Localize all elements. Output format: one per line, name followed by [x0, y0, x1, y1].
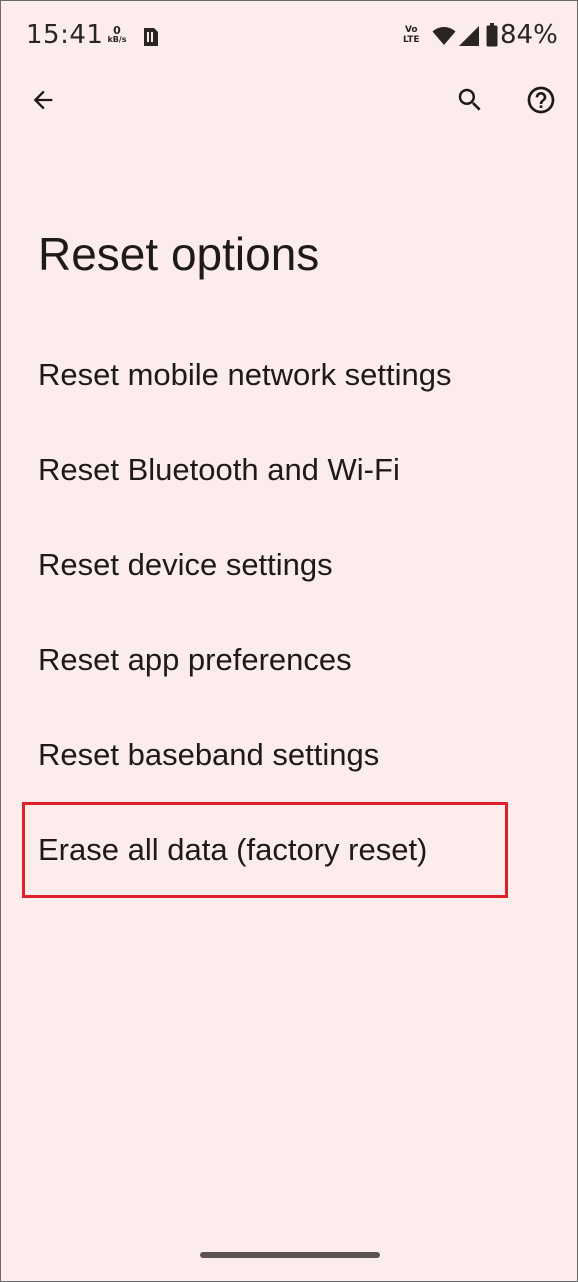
option-reset-baseband-settings[interactable]: Reset baseband settings — [1, 707, 577, 802]
signal-icon — [458, 25, 480, 51]
option-erase-all-data[interactable]: Erase all data (factory reset) — [1, 802, 577, 897]
search-icon — [458, 88, 481, 111]
option-label: Reset Bluetooth and Wi-Fi — [38, 451, 400, 487]
wifi-icon — [432, 26, 456, 50]
sim-icon — [138, 25, 162, 53]
page-title: Reset options — [38, 228, 320, 280]
option-reset-mobile-network[interactable]: Reset mobile network settings — [1, 327, 577, 422]
option-label: Reset device settings — [38, 546, 333, 582]
battery-icon — [486, 23, 498, 51]
volte-bottom-label: LTE — [403, 35, 420, 45]
network-speed-unit: kB/s — [107, 35, 127, 44]
help-button[interactable] — [517, 76, 565, 124]
option-label: Reset mobile network settings — [38, 356, 452, 392]
help-icon — [527, 86, 555, 114]
reset-options-list: Reset mobile network settings Reset Blue… — [1, 327, 577, 897]
status-bar: 15:41 0 kB/s Vo LTE 84% — [1, 1, 577, 71]
back-arrow-icon — [33, 90, 53, 110]
screen: 15:41 0 kB/s Vo LTE 84% Reset options Re… — [0, 0, 578, 1282]
back-button[interactable] — [19, 76, 67, 124]
option-reset-device-settings[interactable]: Reset device settings — [1, 517, 577, 612]
option-label: Reset app preferences — [38, 641, 352, 677]
option-label: Reset baseband settings — [38, 736, 380, 772]
home-indicator[interactable] — [200, 1252, 380, 1258]
status-time: 15:41 — [26, 20, 104, 50]
search-button[interactable] — [446, 76, 494, 124]
option-reset-bluetooth-wifi[interactable]: Reset Bluetooth and Wi-Fi — [1, 422, 577, 517]
option-label: Erase all data (factory reset) — [38, 831, 428, 867]
network-speed: 0 kB/s — [106, 25, 128, 44]
volte-top-label: Vo — [404, 25, 418, 35]
battery-percentage: 84% — [500, 20, 558, 50]
option-reset-app-preferences[interactable]: Reset app preferences — [1, 612, 577, 707]
volte-icon: Vo LTE — [403, 25, 420, 45]
